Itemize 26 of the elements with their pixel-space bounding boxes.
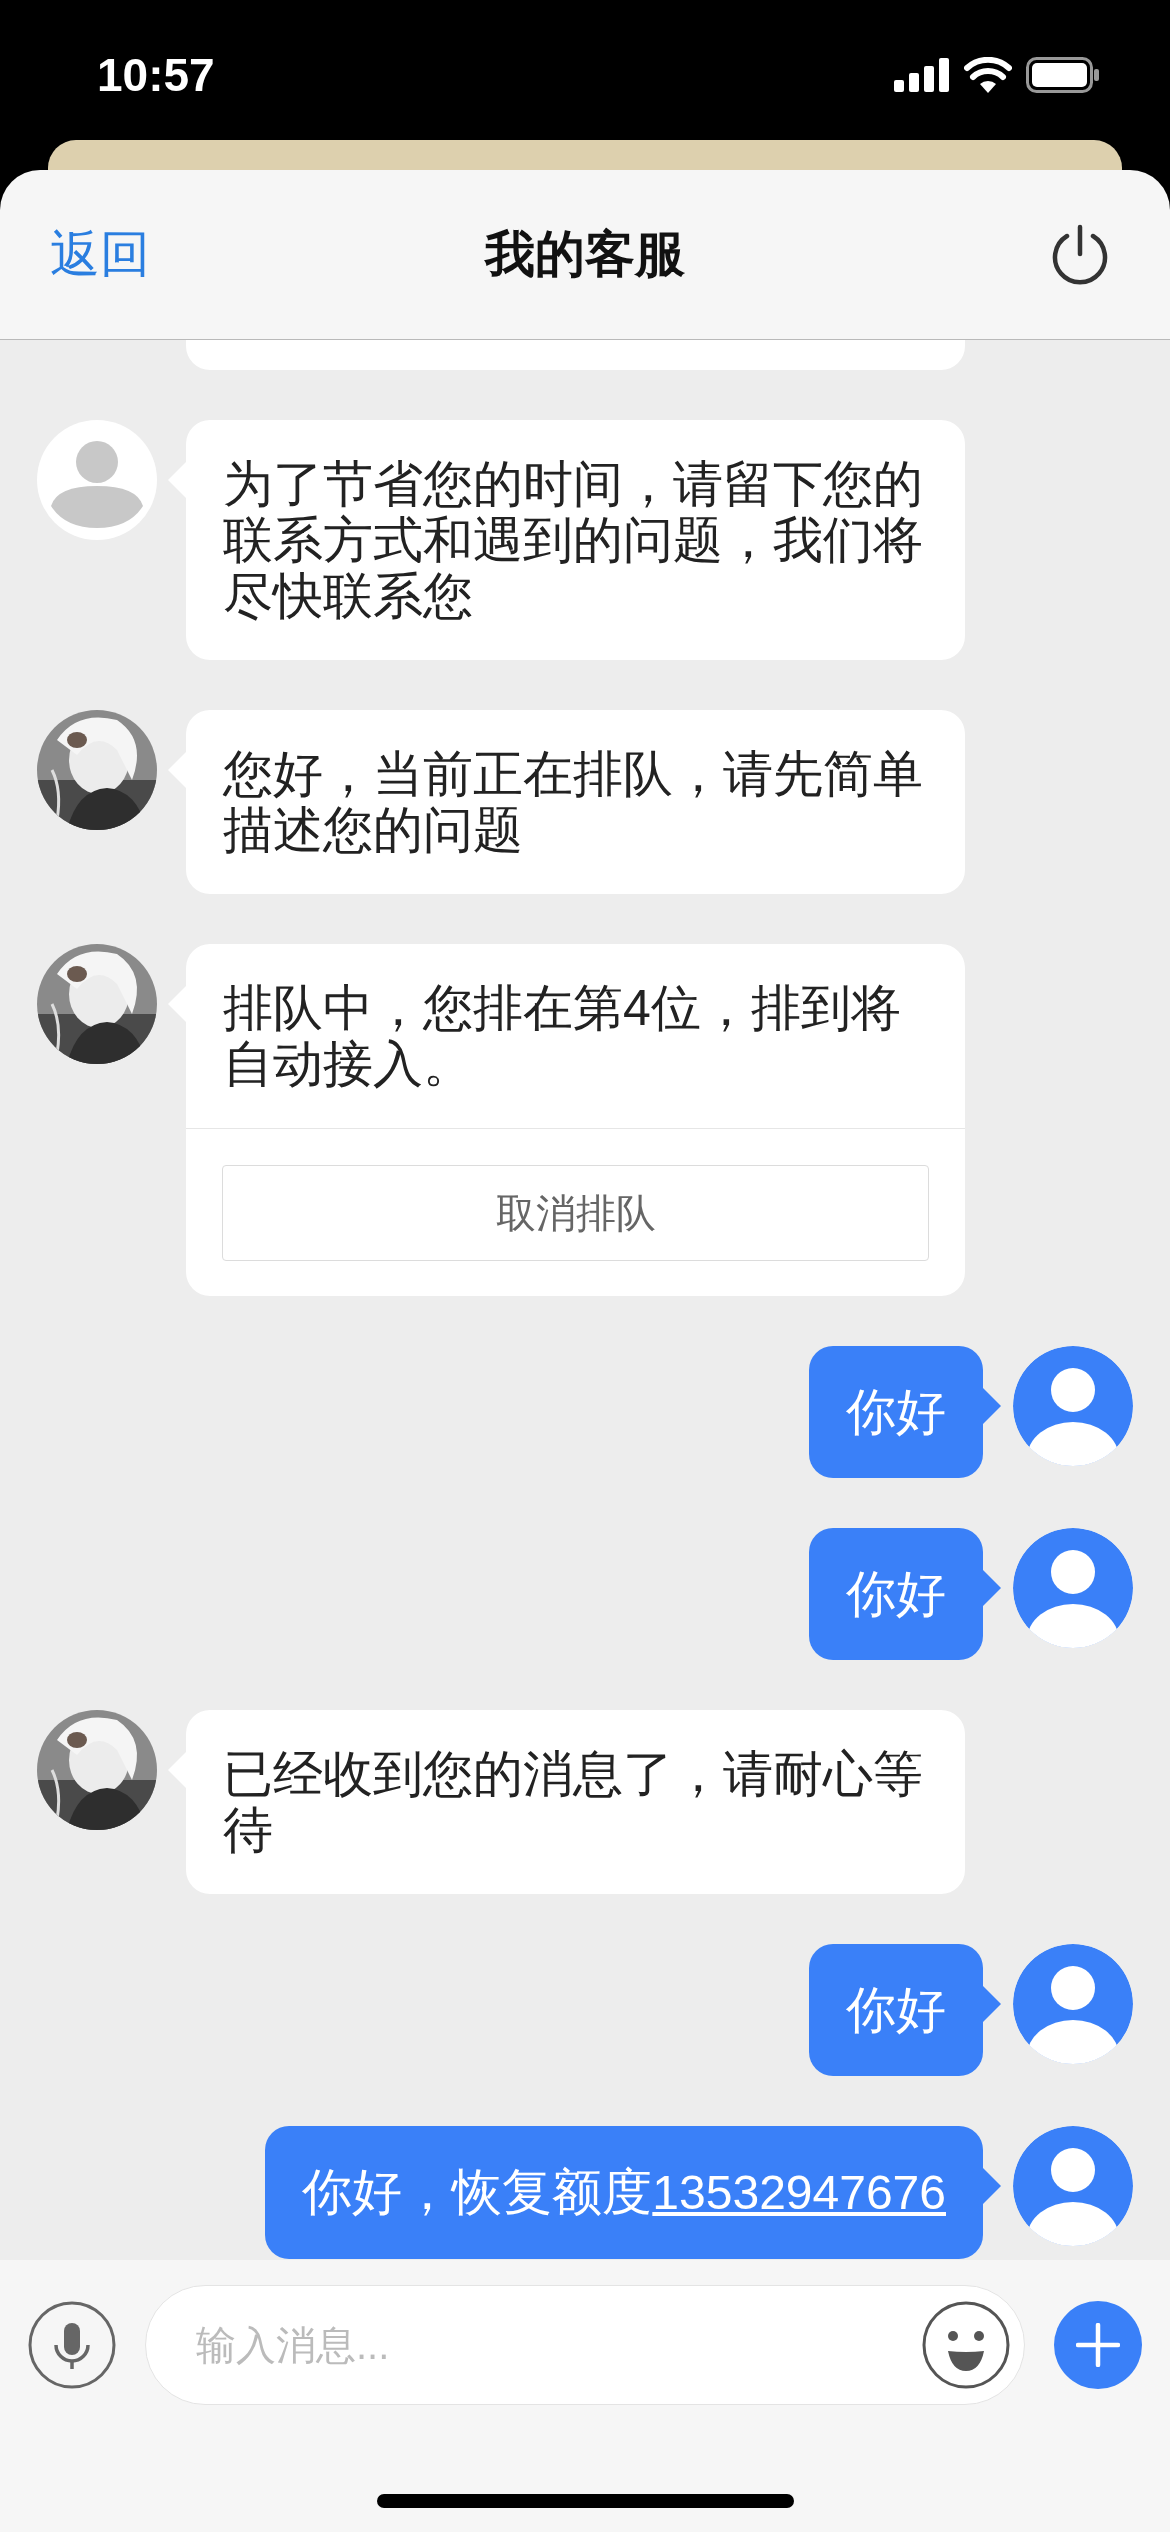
avatar-icon bbox=[1013, 1528, 1133, 1648]
plus-icon bbox=[1076, 2323, 1120, 2367]
power-icon[interactable] bbox=[1050, 223, 1110, 286]
phone-link[interactable]: 13532947676 bbox=[652, 2165, 946, 2221]
message-text: 你好 bbox=[846, 1384, 946, 1440]
battery-icon bbox=[1026, 57, 1100, 93]
message-text: 已经收到您的消息了，请耐心等待 bbox=[223, 1746, 924, 1858]
avatar-icon bbox=[1013, 1346, 1133, 1466]
avatar-icon bbox=[37, 420, 157, 540]
microphone-icon[interactable] bbox=[28, 2301, 116, 2389]
signal-icon bbox=[894, 58, 950, 92]
message-field[interactable]: 输入消息... bbox=[145, 2285, 1025, 2405]
message-input[interactable]: 输入消息... bbox=[196, 2315, 922, 2375]
status-time: 10:57 bbox=[97, 47, 215, 103]
wifi-icon bbox=[964, 57, 1012, 93]
message-text: 你好，恢复额度 bbox=[302, 2164, 653, 2220]
back-button[interactable]: 返回 bbox=[50, 217, 150, 292]
message-text: 为了节省您的时间，请留下您的联系方式和遇到的问题，我们将尽快联系您 bbox=[223, 456, 924, 624]
message-text: 您好，当前正在排队，请先简单描述您的问题 bbox=[223, 746, 924, 858]
page-title: 我的客服 bbox=[485, 225, 685, 284]
avatar-icon bbox=[1013, 1944, 1133, 2064]
message-text: 你好 bbox=[846, 1982, 946, 2038]
emoji-icon[interactable] bbox=[922, 2301, 1010, 2389]
message-text: 排队中，您排在第4位，排到将自动接入。 bbox=[223, 980, 902, 1092]
cancel-queue-button[interactable]: 取消排队 bbox=[222, 1165, 929, 1261]
message-text: 你好 bbox=[846, 1566, 946, 1622]
